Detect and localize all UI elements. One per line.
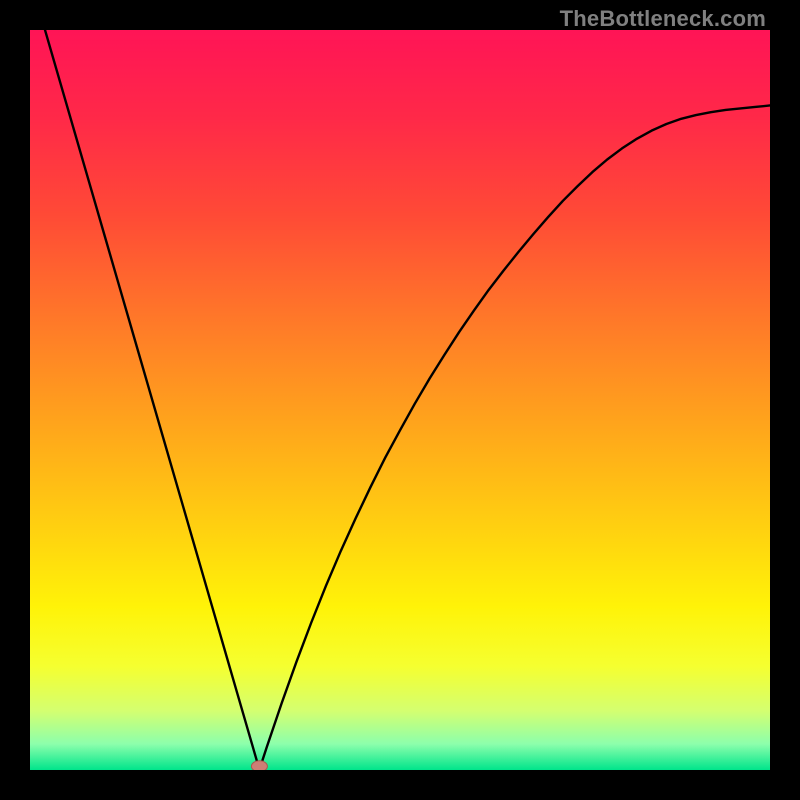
chart-frame: TheBottleneck.com: [0, 0, 800, 800]
optimum-marker: [251, 761, 267, 770]
plot-area: [30, 30, 770, 770]
chart-svg: [30, 30, 770, 770]
gradient-background: [30, 30, 770, 770]
watermark-text: TheBottleneck.com: [560, 6, 766, 32]
